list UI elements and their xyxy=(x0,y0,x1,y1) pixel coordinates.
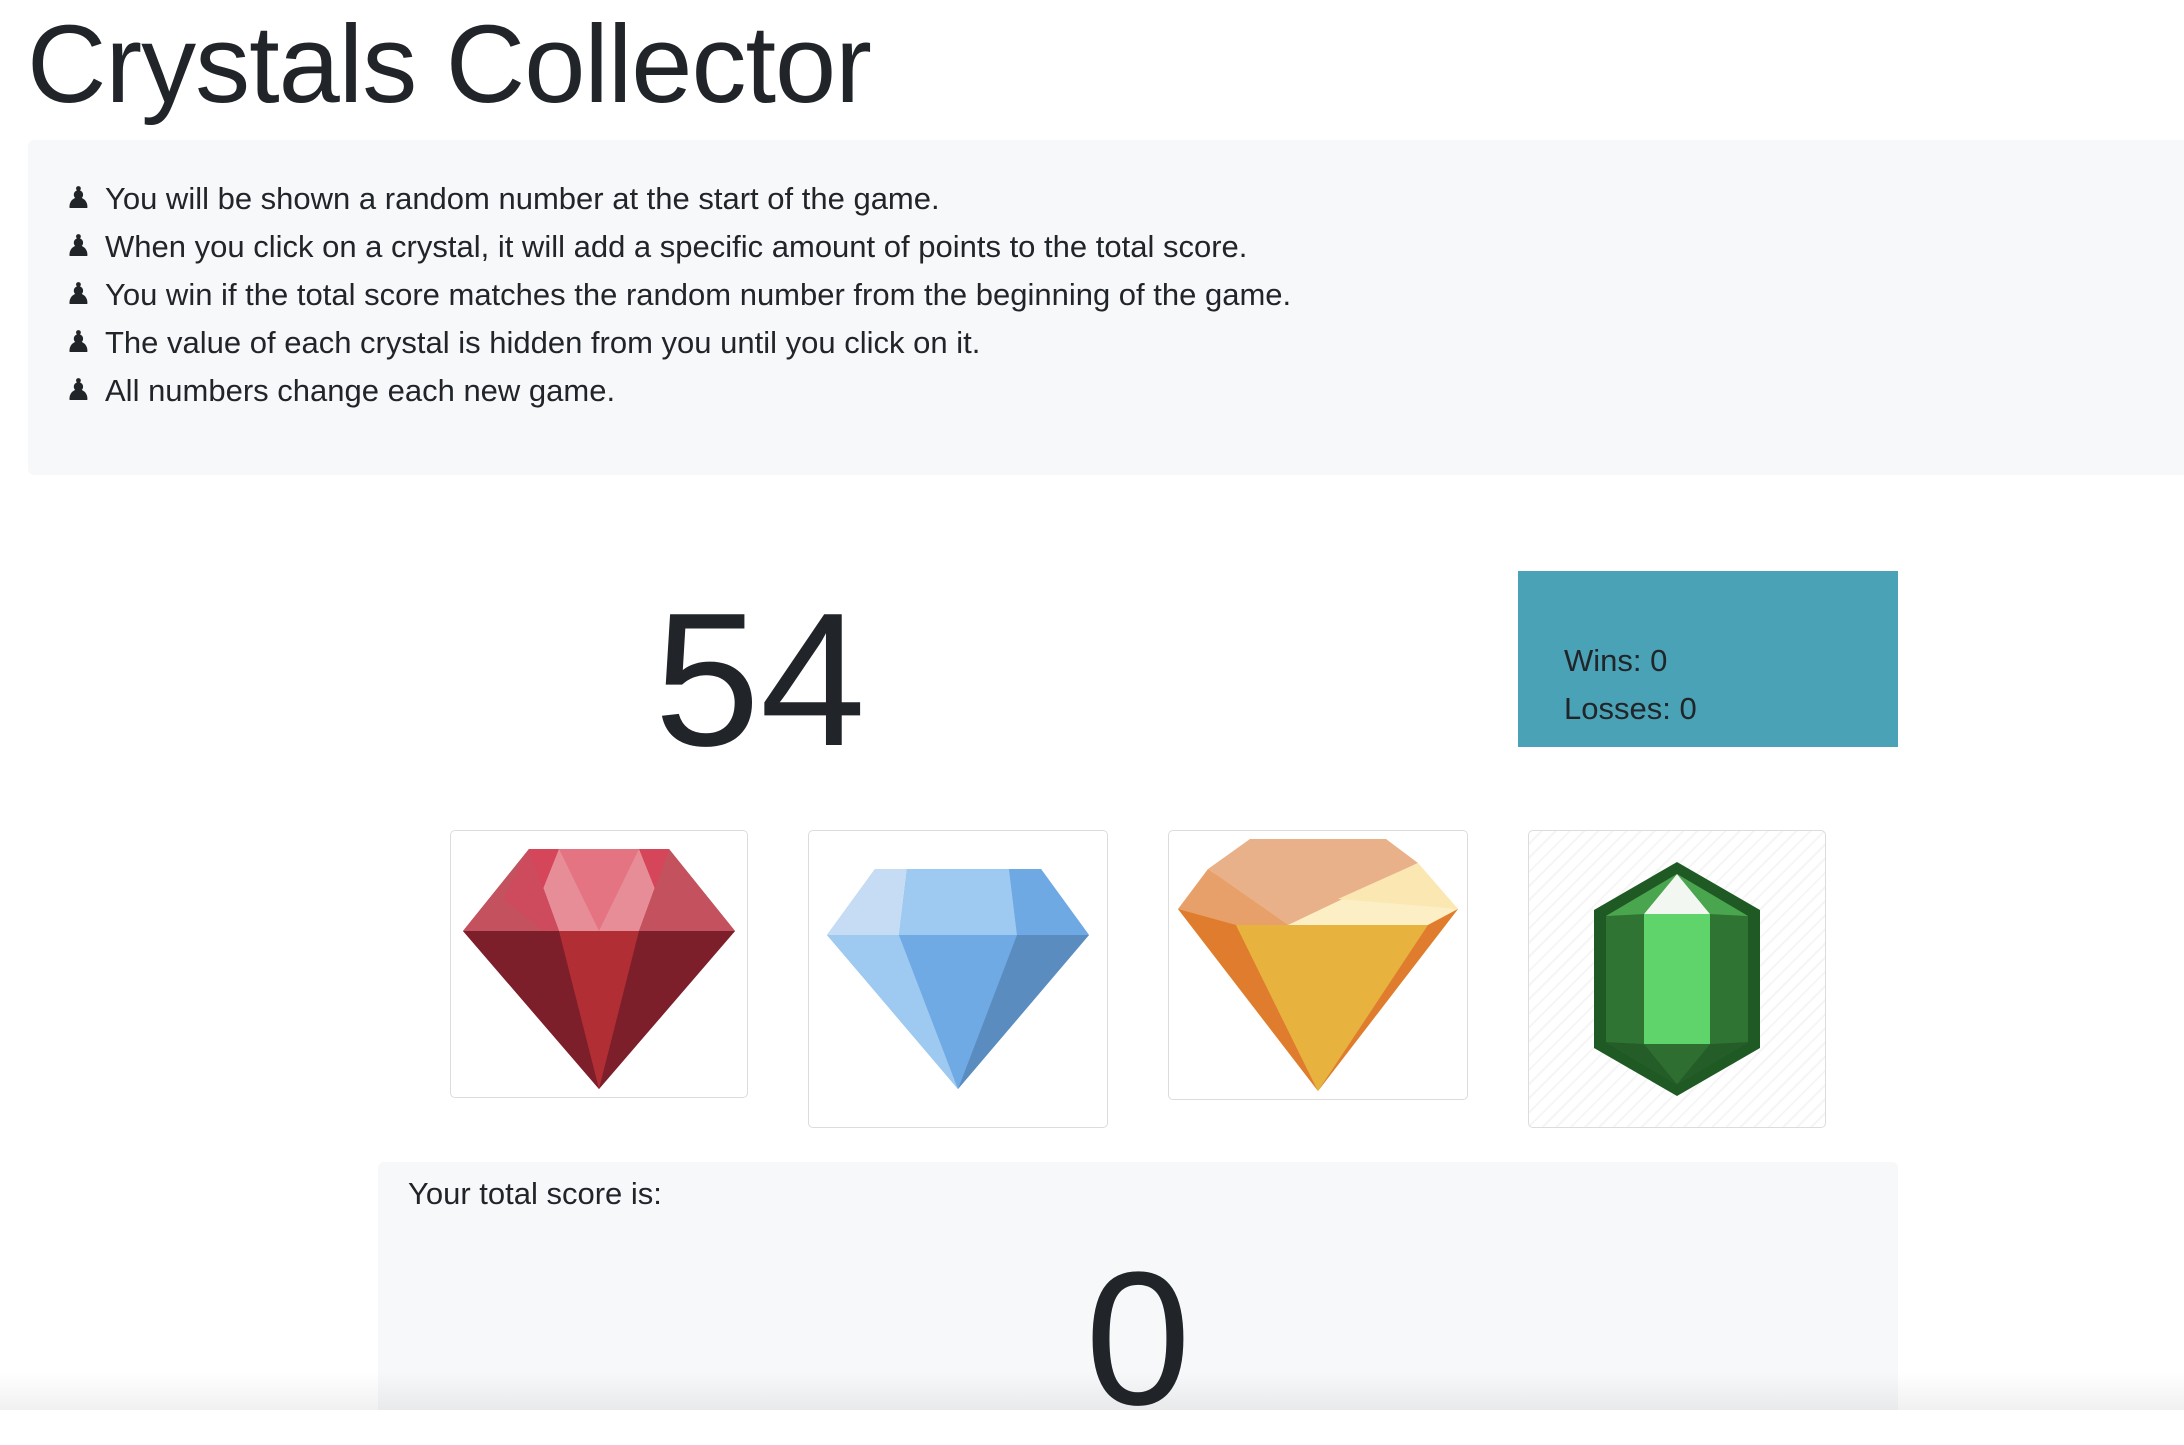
target-number: 54 xyxy=(654,574,866,786)
instruction-text: You win if the total score matches the r… xyxy=(105,277,1292,312)
total-score: 0 xyxy=(1085,1233,1191,1445)
ruby-gem-icon xyxy=(463,849,735,1089)
instructions-list: ♟ You will be shown a random number at t… xyxy=(65,175,2184,415)
instruction-item: ♟ All numbers change each new game. xyxy=(65,367,2184,415)
instructions-panel: ♟ You will be shown a random number at t… xyxy=(28,140,2184,475)
crystal-button-blue[interactable] xyxy=(808,830,1108,1128)
chess-pawn-icon: ♟ xyxy=(65,230,92,263)
instruction-text: All numbers change each new game. xyxy=(105,373,616,408)
wins-count: Wins: 0 xyxy=(1564,643,1668,678)
instruction-text: When you click on a crystal, it will add… xyxy=(105,229,1248,264)
crystal-button-red[interactable] xyxy=(450,830,748,1098)
score-panel: Your total score is: 0 xyxy=(378,1162,1898,1434)
instruction-item: ♟ When you click on a crystal, it will a… xyxy=(65,223,2184,271)
instruction-text: The value of each crystal is hidden from… xyxy=(105,325,981,360)
instruction-item: ♟ You will be shown a random number at t… xyxy=(65,175,2184,223)
topaz-gem-icon xyxy=(1178,839,1458,1091)
chess-pawn-icon: ♟ xyxy=(65,326,92,359)
emerald-gem-icon xyxy=(1594,862,1760,1096)
instruction-item: ♟ The value of each crystal is hidden fr… xyxy=(65,319,2184,367)
instruction-item: ♟ You win if the total score matches the… xyxy=(65,271,2184,319)
chess-pawn-icon: ♟ xyxy=(65,374,92,407)
page-title: Crystals Collector xyxy=(27,3,872,126)
crystal-button-green[interactable] xyxy=(1528,830,1826,1128)
diamond-gem-icon xyxy=(827,869,1089,1089)
chess-pawn-icon: ♟ xyxy=(65,278,92,311)
stats-panel: Wins: 0 Losses: 0 xyxy=(1518,571,1898,747)
instruction-text: You will be shown a random number at the… xyxy=(105,181,940,216)
score-label: Your total score is: xyxy=(408,1176,662,1211)
crystal-button-yellow[interactable] xyxy=(1168,830,1468,1100)
losses-count: Losses: 0 xyxy=(1564,691,1697,726)
chess-pawn-icon: ♟ xyxy=(65,182,92,215)
